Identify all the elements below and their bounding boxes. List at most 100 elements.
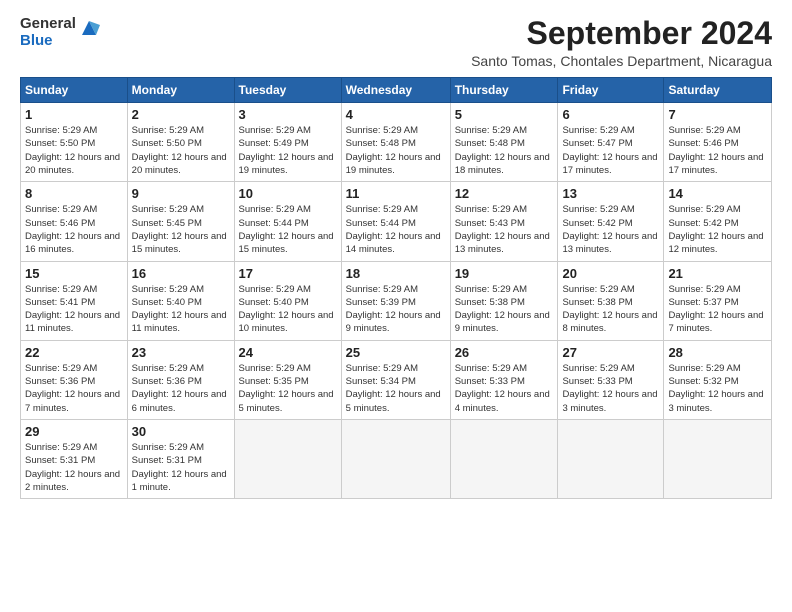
logo: General Blue <box>20 16 100 49</box>
day-number: 1 <box>25 107 123 122</box>
day-info: Sunrise: 5:29 AMSunset: 5:50 PMDaylight:… <box>132 124 230 177</box>
day-number: 16 <box>132 266 230 281</box>
day-info: Sunrise: 5:29 AMSunset: 5:45 PMDaylight:… <box>132 203 230 256</box>
calendar-row: 8Sunrise: 5:29 AMSunset: 5:46 PMDaylight… <box>21 182 772 261</box>
day-info: Sunrise: 5:29 AMSunset: 5:46 PMDaylight:… <box>25 203 123 256</box>
calendar-cell: 28Sunrise: 5:29 AMSunset: 5:32 PMDayligh… <box>664 340 772 419</box>
day-number: 19 <box>455 266 554 281</box>
day-number: 20 <box>562 266 659 281</box>
day-number: 17 <box>239 266 337 281</box>
calendar-cell <box>558 419 664 498</box>
calendar-cell: 19 Sunrise: 5:29 AMSunset: 5:38 PMDayligh… <box>450 261 558 340</box>
day-info: Sunrise: 5:29 AMSunset: 5:44 PMDaylight:… <box>346 203 446 256</box>
day-number: 25 <box>346 345 446 360</box>
col-header-monday: Monday <box>127 78 234 103</box>
calendar-cell: 1Sunrise: 5:29 AMSunset: 5:50 PMDaylight… <box>21 103 128 182</box>
day-info: Sunrise: 5:29 AMSunset: 5:33 PMDaylight:… <box>562 362 659 415</box>
calendar-cell: 16 Sunrise: 5:29 AMSunset: 5:40 PMDayligh… <box>127 261 234 340</box>
month-title: September 2024 <box>100 16 772 51</box>
day-info: Sunrise: 5:29 AMSunset: 5:40 PMDaylight:… <box>239 283 337 336</box>
day-info: Sunrise: 5:29 AMSunset: 5:44 PMDaylight:… <box>239 203 337 256</box>
calendar-cell: 26 Sunrise: 5:29 AMSunset: 5:33 PMDayligh… <box>450 340 558 419</box>
day-info: Sunrise: 5:29 AMSunset: 5:32 PMDaylight:… <box>668 362 767 415</box>
day-info: Sunrise: 5:29 AMSunset: 5:36 PMDaylight:… <box>132 362 230 415</box>
day-number: 5 <box>455 107 554 122</box>
day-number: 7 <box>668 107 767 122</box>
calendar-table: SundayMondayTuesdayWednesdayThursdayFrid… <box>20 77 772 499</box>
day-number: 2 <box>132 107 230 122</box>
calendar-cell: 10 Sunrise: 5:29 AMSunset: 5:44 PMDayligh… <box>234 182 341 261</box>
day-info: Sunrise: 5:29 AMSunset: 5:39 PMDaylight:… <box>346 283 446 336</box>
day-number: 21 <box>668 266 767 281</box>
day-info: Sunrise: 5:29 AMSunset: 5:48 PMDaylight:… <box>346 124 446 177</box>
calendar-row: 1 Sunrise: 5:29 AMSunset: 5:50 PMDaylight… <box>21 103 772 182</box>
day-number: 24 <box>239 345 337 360</box>
calendar-cell <box>234 419 341 498</box>
col-header-sunday: Sunday <box>21 78 128 103</box>
day-number: 18 <box>346 266 446 281</box>
day-number: 10 <box>239 186 337 201</box>
calendar-cell: 5 Sunrise: 5:29 AMSunset: 5:48 PMDaylight… <box>450 103 558 182</box>
day-number: 23 <box>132 345 230 360</box>
day-number: 13 <box>562 186 659 201</box>
day-info: Sunrise: 5:29 AMSunset: 5:35 PMDaylight:… <box>239 362 337 415</box>
day-info: Sunrise: 5:29 AMSunset: 5:47 PMDaylight:… <box>562 124 659 177</box>
day-info: Sunrise: 5:29 AMSunset: 5:43 PMDaylight:… <box>455 203 554 256</box>
calendar-cell: 30 Sunrise: 5:29 AMSunset: 5:31 PMDayligh… <box>127 419 234 498</box>
logo-blue: Blue <box>20 33 76 50</box>
subtitle: Santo Tomas, Chontales Department, Nicar… <box>100 53 772 69</box>
calendar-cell: 12 Sunrise: 5:29 AMSunset: 5:43 PMDayligh… <box>450 182 558 261</box>
page: General Blue September 2024 Santo Tomas,… <box>0 0 792 612</box>
day-info: Sunrise: 5:29 AMSunset: 5:31 PMDaylight:… <box>25 441 123 494</box>
calendar-cell: 18 Sunrise: 5:29 AMSunset: 5:39 PMDayligh… <box>341 261 450 340</box>
day-number: 14 <box>668 186 767 201</box>
day-info: Sunrise: 5:29 AMSunset: 5:33 PMDaylight:… <box>455 362 554 415</box>
col-header-friday: Friday <box>558 78 664 103</box>
calendar-cell: 15 Sunrise: 5:29 AMSunset: 5:41 PMDayligh… <box>21 261 128 340</box>
day-info: Sunrise: 5:29 AMSunset: 5:38 PMDaylight:… <box>455 283 554 336</box>
day-number: 26 <box>455 345 554 360</box>
day-number: 4 <box>346 107 446 122</box>
day-info: Sunrise: 5:29 AMSunset: 5:41 PMDaylight:… <box>25 283 123 336</box>
col-header-saturday: Saturday <box>664 78 772 103</box>
calendar-cell: 23 Sunrise: 5:29 AMSunset: 5:36 PMDayligh… <box>127 340 234 419</box>
day-number: 12 <box>455 186 554 201</box>
day-number: 6 <box>562 107 659 122</box>
calendar-cell: 4 Sunrise: 5:29 AMSunset: 5:48 PMDaylight… <box>341 103 450 182</box>
calendar-cell: 22 Sunrise: 5:29 AMSunset: 5:36 PMDayligh… <box>21 340 128 419</box>
day-info: Sunrise: 5:29 AMSunset: 5:42 PMDaylight:… <box>668 203 767 256</box>
day-number: 11 <box>346 186 446 201</box>
calendar-cell: 25 Sunrise: 5:29 AMSunset: 5:34 PMDayligh… <box>341 340 450 419</box>
col-header-wednesday: Wednesday <box>341 78 450 103</box>
day-number: 29 <box>25 424 123 439</box>
title-block: September 2024 Santo Tomas, Chontales De… <box>100 16 772 69</box>
calendar-cell: 7Sunrise: 5:29 AMSunset: 5:46 PMDaylight… <box>664 103 772 182</box>
calendar-cell: 13 Sunrise: 5:29 AMSunset: 5:42 PMDayligh… <box>558 182 664 261</box>
header: General Blue September 2024 Santo Tomas,… <box>20 16 772 69</box>
calendar-cell: 8Sunrise: 5:29 AMSunset: 5:46 PMDaylight… <box>21 182 128 261</box>
day-number: 3 <box>239 107 337 122</box>
day-info: Sunrise: 5:29 AMSunset: 5:31 PMDaylight:… <box>132 441 230 494</box>
day-number: 30 <box>132 424 230 439</box>
day-info: Sunrise: 5:29 AMSunset: 5:42 PMDaylight:… <box>562 203 659 256</box>
day-number: 27 <box>562 345 659 360</box>
day-info: Sunrise: 5:29 AMSunset: 5:48 PMDaylight:… <box>455 124 554 177</box>
calendar-header-row: SundayMondayTuesdayWednesdayThursdayFrid… <box>21 78 772 103</box>
calendar-cell: 27 Sunrise: 5:29 AMSunset: 5:33 PMDayligh… <box>558 340 664 419</box>
day-info: Sunrise: 5:29 AMSunset: 5:34 PMDaylight:… <box>346 362 446 415</box>
day-info: Sunrise: 5:29 AMSunset: 5:36 PMDaylight:… <box>25 362 123 415</box>
calendar-cell: 14 Sunrise: 5:29 AMSunset: 5:42 PMDayligh… <box>664 182 772 261</box>
calendar-cell <box>341 419 450 498</box>
day-number: 22 <box>25 345 123 360</box>
logo-icon <box>78 17 100 39</box>
calendar-row: 29 Sunrise: 5:29 AMSunset: 5:31 PMDayligh… <box>21 419 772 498</box>
calendar-cell: 24 Sunrise: 5:29 AMSunset: 5:35 PMDayligh… <box>234 340 341 419</box>
calendar-cell <box>664 419 772 498</box>
day-number: 15 <box>25 266 123 281</box>
calendar-cell: 2 Sunrise: 5:29 AMSunset: 5:50 PMDaylight… <box>127 103 234 182</box>
day-number: 9 <box>132 186 230 201</box>
day-info: Sunrise: 5:29 AMSunset: 5:40 PMDaylight:… <box>132 283 230 336</box>
col-header-thursday: Thursday <box>450 78 558 103</box>
col-header-tuesday: Tuesday <box>234 78 341 103</box>
calendar-cell: 21Sunrise: 5:29 AMSunset: 5:37 PMDayligh… <box>664 261 772 340</box>
